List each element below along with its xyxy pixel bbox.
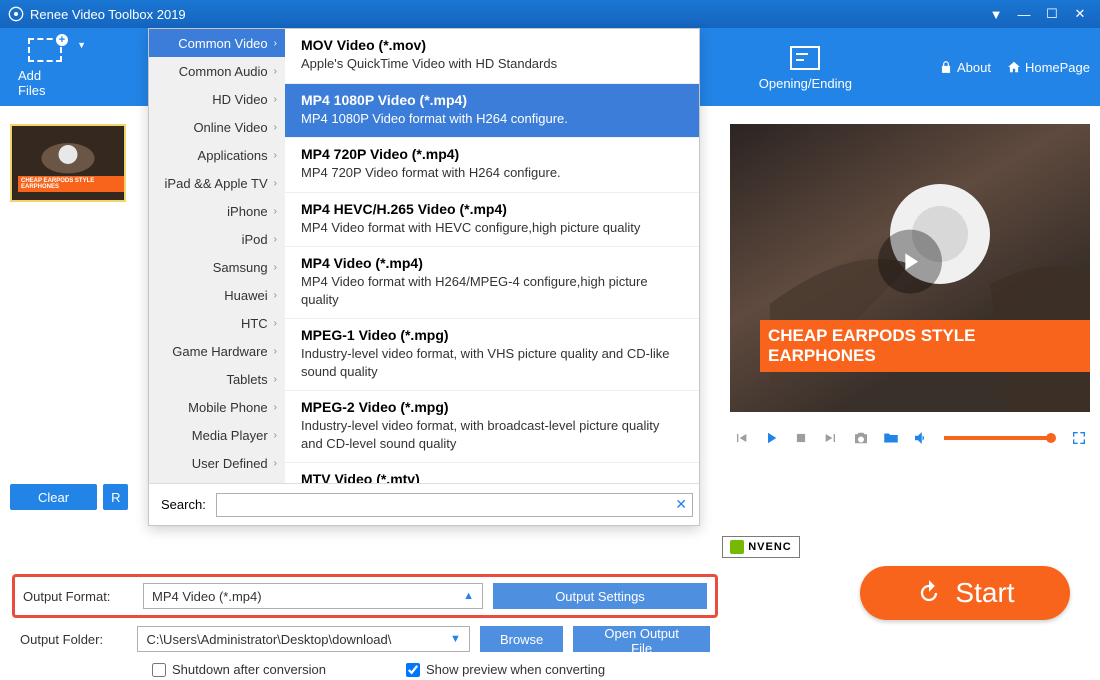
close-button[interactable]: ✕ — [1068, 2, 1092, 26]
preview-checkbox[interactable]: Show preview when converting — [406, 662, 605, 677]
search-row: Search: ✕ — [149, 483, 699, 525]
maximize-button[interactable]: ☐ — [1040, 2, 1064, 26]
output-format-row: Output Format: MP4 Video (*.mp4) ▲ Outpu… — [12, 574, 718, 618]
category-item[interactable]: HD Video› — [149, 85, 285, 113]
titlebar: Renee Video Toolbox 2019 ▼ — ☐ ✕ — [0, 0, 1100, 28]
category-item[interactable]: Media Player› — [149, 421, 285, 449]
preview-image[interactable]: CHEAP EARPODS STYLE EARPHONES — [730, 124, 1090, 412]
play-button[interactable] — [762, 429, 780, 447]
preview-controls — [730, 418, 1090, 458]
output-folder-row: Output Folder: C:\Users\Administrator\De… — [12, 620, 718, 658]
format-item[interactable]: MP4 720P Video (*.mp4)MP4 720P Video for… — [285, 138, 699, 193]
browse-button[interactable]: Browse — [480, 626, 563, 652]
category-item[interactable]: Applications› — [149, 141, 285, 169]
nvenc-badge: NVENC — [722, 536, 800, 558]
prev-button[interactable] — [732, 429, 750, 447]
category-item[interactable]: Game Hardware› — [149, 337, 285, 365]
preview-panel: CHEAP EARPODS STYLE EARPHONES — [730, 124, 1090, 464]
category-item[interactable]: HTC› — [149, 309, 285, 337]
format-dropdown: Common Video›Common Audio›HD Video›Onlin… — [148, 28, 700, 526]
format-item[interactable]: MPEG-1 Video (*.mpg)Industry-level video… — [285, 319, 699, 391]
output-settings-button[interactable]: Output Settings — [493, 583, 707, 609]
video-thumbnail[interactable]: CHEAP EARPODS STYLE EARPHONES — [10, 124, 126, 202]
output-folder-select[interactable]: C:\Users\Administrator\Desktop\download\… — [137, 626, 470, 652]
category-item[interactable]: iPad && Apple TV› — [149, 169, 285, 197]
action-buttons: Clear R — [10, 484, 128, 510]
app-logo-icon — [8, 6, 24, 22]
minimize-button[interactable]: — — [1012, 2, 1036, 26]
chevron-up-icon: ▲ — [463, 590, 474, 602]
category-item[interactable]: Common Video› — [149, 29, 285, 57]
format-item[interactable]: MP4 Video (*.mp4)MP4 Video format with H… — [285, 247, 699, 319]
category-item[interactable]: Mobile Phone› — [149, 393, 285, 421]
chevron-down-icon: ▼ — [77, 40, 86, 50]
format-item[interactable]: MPEG-2 Video (*.mpg)Industry-level video… — [285, 391, 699, 463]
category-item[interactable]: iPod› — [149, 225, 285, 253]
open-output-button[interactable]: Open Output File — [573, 626, 710, 652]
app-title: Renee Video Toolbox 2019 — [30, 7, 186, 22]
category-item[interactable]: User Defined› — [149, 449, 285, 477]
add-files-label: Add Files — [18, 68, 72, 98]
category-item[interactable]: iPhone› — [149, 197, 285, 225]
clear-button[interactable]: Clear — [10, 484, 97, 510]
format-item[interactable]: MP4 1080P Video (*.mp4)MP4 1080P Video f… — [285, 84, 699, 139]
volume-slider[interactable] — [944, 436, 1052, 440]
format-list[interactable]: MOV Video (*.mov)Apple's QuickTime Video… — [285, 29, 699, 483]
fullscreen-button[interactable] — [1070, 429, 1088, 447]
rename-button[interactable]: R — [103, 484, 128, 510]
category-item[interactable]: Huawei› — [149, 281, 285, 309]
clear-search-icon[interactable]: ✕ — [675, 496, 687, 513]
refresh-icon — [915, 579, 943, 607]
category-item[interactable]: Common Audio› — [149, 57, 285, 85]
stop-button[interactable] — [792, 429, 810, 447]
preview-banner: CHEAP EARPODS STYLE EARPHONES — [760, 320, 1090, 372]
category-item[interactable]: Samsung› — [149, 253, 285, 281]
output-format-label: Output Format: — [23, 589, 133, 604]
home-icon — [1007, 60, 1021, 74]
lock-icon — [939, 60, 953, 74]
format-item[interactable]: MOV Video (*.mov)Apple's QuickTime Video… — [285, 29, 699, 84]
nvidia-icon — [730, 540, 744, 554]
snapshot-button[interactable] — [852, 429, 870, 447]
volume-button[interactable] — [912, 429, 930, 447]
next-button[interactable] — [822, 429, 840, 447]
category-list: Common Video›Common Audio›HD Video›Onlin… — [149, 29, 285, 483]
opening-ending-button[interactable]: Opening/Ending — [741, 28, 870, 106]
thumbnail-banner: CHEAP EARPODS STYLE EARPHONES — [18, 176, 124, 192]
opening-ending-label: Opening/Ending — [759, 76, 852, 91]
start-button[interactable]: Start — [860, 566, 1070, 620]
add-files-button[interactable]: ▼ Add Files — [0, 28, 90, 106]
chevron-down-icon: ▼ — [450, 633, 461, 645]
search-label: Search: — [161, 497, 206, 512]
play-overlay-icon[interactable] — [878, 230, 942, 294]
dropdown-icon[interactable]: ▼ — [984, 2, 1008, 26]
output-folder-label: Output Folder: — [20, 632, 127, 647]
page-icon — [790, 46, 820, 70]
category-item[interactable]: Online Video› — [149, 113, 285, 141]
output-format-select[interactable]: MP4 Video (*.mp4) ▲ — [143, 583, 483, 609]
homepage-link[interactable]: HomePage — [1007, 60, 1090, 75]
search-input[interactable] — [216, 493, 693, 517]
film-add-icon — [28, 38, 62, 62]
checkbox-row: Shutdown after conversion Show preview w… — [152, 662, 605, 677]
format-item[interactable]: MTV Video (*.mtv)Music Television — [285, 463, 699, 483]
format-item[interactable]: MP4 HEVC/H.265 Video (*.mp4)MP4 Video fo… — [285, 193, 699, 248]
category-item[interactable]: Tablets› — [149, 365, 285, 393]
shutdown-checkbox[interactable]: Shutdown after conversion — [152, 662, 326, 677]
about-link[interactable]: About — [939, 60, 991, 75]
open-folder-button[interactable] — [882, 429, 900, 447]
